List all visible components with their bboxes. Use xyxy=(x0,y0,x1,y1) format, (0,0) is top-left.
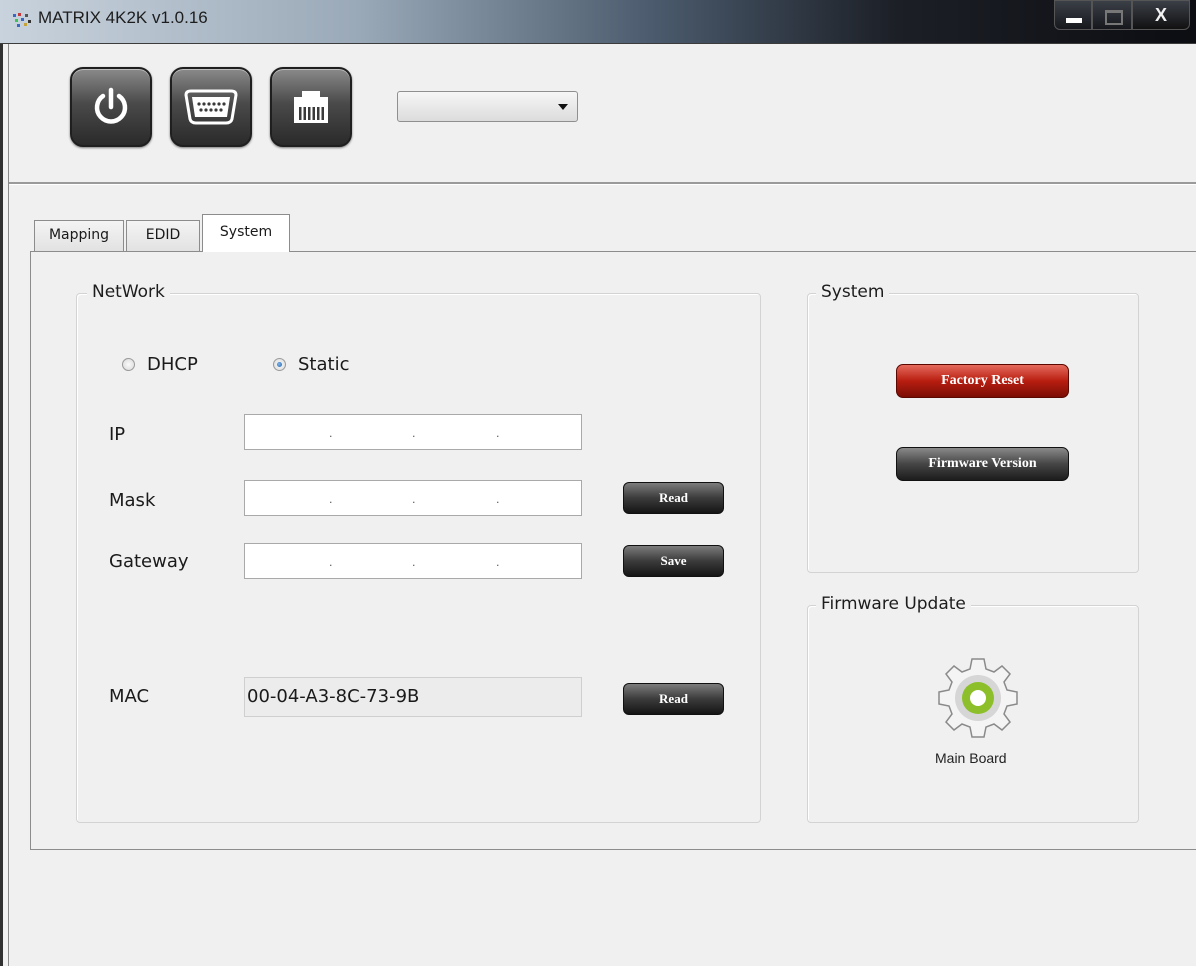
dhcp-label: DHCP xyxy=(147,354,198,375)
main-board-label: Main Board xyxy=(935,750,1007,766)
main-board-update-button[interactable] xyxy=(933,653,1023,747)
window-title: MATRIX 4K2K v1.0.16 xyxy=(38,8,208,27)
mac-label: MAC xyxy=(109,686,150,707)
gateway-dot: . xyxy=(329,556,333,569)
serial-port-button[interactable] xyxy=(170,67,252,147)
dhcp-radio[interactable] xyxy=(122,358,135,371)
ip-input[interactable]: . . . xyxy=(244,414,582,450)
firmware-update-group-title: Firmware Update xyxy=(816,594,971,614)
mask-dot: . xyxy=(412,493,416,506)
mask-input[interactable]: . . . xyxy=(244,480,582,516)
mask-dot: . xyxy=(496,493,500,506)
device-select[interactable] xyxy=(397,91,578,122)
mac-value: 00-04-A3-8C-73-9B xyxy=(244,677,582,717)
tab-system[interactable]: System xyxy=(202,214,290,252)
ip-dot: . xyxy=(496,427,500,440)
gateway-input[interactable]: . . . xyxy=(244,543,582,579)
ip-label: IP xyxy=(109,424,126,445)
read-network-button[interactable]: Read xyxy=(623,482,724,514)
network-port-button[interactable] xyxy=(270,67,352,147)
app-icon xyxy=(13,13,31,27)
ip-dot: . xyxy=(329,427,333,440)
tab-mapping[interactable]: Mapping xyxy=(34,220,124,251)
network-group-title: NetWork xyxy=(87,282,170,302)
toolbar-separator xyxy=(9,182,1196,185)
minimize-icon xyxy=(1066,18,1082,23)
static-option[interactable]: Static xyxy=(273,354,349,375)
close-icon: X xyxy=(1154,5,1167,25)
dropdown-arrow-icon xyxy=(558,104,568,110)
mask-label: Mask xyxy=(109,490,156,511)
tab-edid[interactable]: EDID xyxy=(126,220,200,251)
close-button[interactable]: X xyxy=(1132,0,1190,30)
maximize-button[interactable] xyxy=(1092,0,1132,30)
power-icon xyxy=(94,87,128,124)
gateway-dot: . xyxy=(412,556,416,569)
ip-dot: . xyxy=(412,427,416,440)
power-button[interactable] xyxy=(70,67,152,147)
gateway-label: Gateway xyxy=(109,551,189,572)
network-port-icon xyxy=(294,91,328,123)
system-group xyxy=(807,293,1139,573)
system-group-title: System xyxy=(816,282,890,302)
serial-port-icon xyxy=(184,89,238,125)
window-controls: X xyxy=(1054,0,1190,32)
dhcp-option[interactable]: DHCP xyxy=(122,354,198,375)
mask-dot: . xyxy=(329,493,333,506)
window-border xyxy=(0,44,9,966)
maximize-icon xyxy=(1105,10,1123,25)
firmware-version-button[interactable]: Firmware Version xyxy=(896,447,1069,481)
gateway-dot: . xyxy=(496,556,500,569)
gear-icon xyxy=(938,658,1018,738)
minimize-button[interactable] xyxy=(1054,0,1092,30)
factory-reset-button[interactable]: Factory Reset xyxy=(896,364,1069,398)
read-mac-button[interactable]: Read xyxy=(623,683,724,715)
static-label: Static xyxy=(298,354,350,375)
title-bar: MATRIX 4K2K v1.0.16 X xyxy=(0,0,1196,44)
save-network-button[interactable]: Save xyxy=(623,545,724,577)
static-radio[interactable] xyxy=(273,358,286,371)
